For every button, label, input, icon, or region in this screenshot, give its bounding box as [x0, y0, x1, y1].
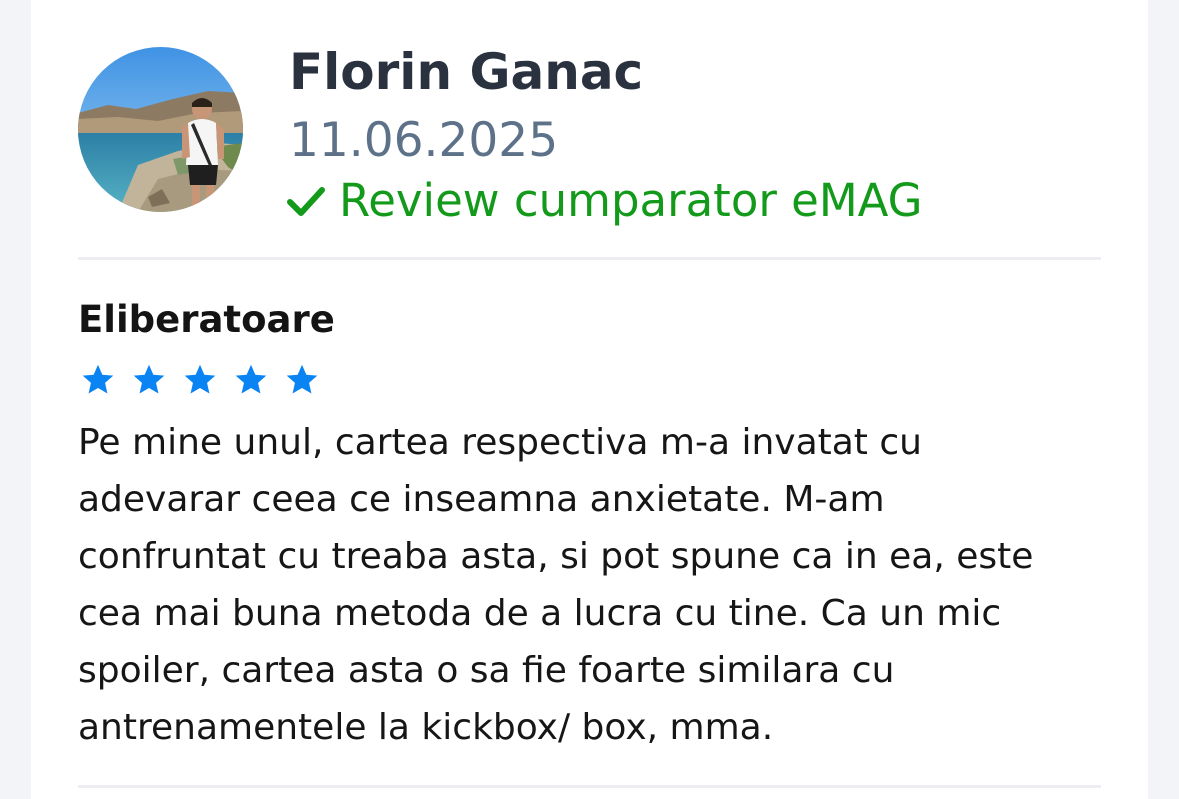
avatar-photo — [78, 47, 243, 212]
star-icon — [286, 364, 318, 394]
review-body-line: confruntat cu treaba asta, si pot spune … — [78, 536, 1034, 577]
star-icon — [184, 364, 216, 394]
review-body-line: antrenamentele la kickbox/ box, mma. — [78, 707, 774, 748]
star-icon — [82, 364, 114, 394]
header-divider — [78, 257, 1101, 260]
star-icon — [133, 364, 165, 394]
avatar — [78, 47, 243, 212]
star-icon — [235, 364, 267, 394]
author-name: Florin Ganac — [289, 43, 644, 101]
review-body-line: adevarar ceea ce inseamna anxietate. M-a… — [78, 479, 885, 520]
review-body-line: spoiler, cartea asta o sa fie foarte sim… — [78, 650, 895, 691]
footer-divider — [78, 785, 1101, 788]
review-body-line: cea mai buna metoda de a lucra cu tine. … — [78, 593, 1002, 634]
verified-badge: Review cumparator eMAG — [287, 172, 923, 230]
review-body: Pe mine unul, cartea respectiva m-a inva… — [78, 414, 1118, 756]
review-date: 11.06.2025 — [289, 113, 559, 168]
check-icon — [287, 187, 325, 216]
star-rating — [80, 362, 320, 398]
review-body-line: Pe mine unul, cartea respectiva m-a inva… — [78, 422, 922, 463]
review-title: Eliberatoare — [78, 298, 335, 341]
verified-label: Review cumparator eMAG — [339, 174, 923, 227]
